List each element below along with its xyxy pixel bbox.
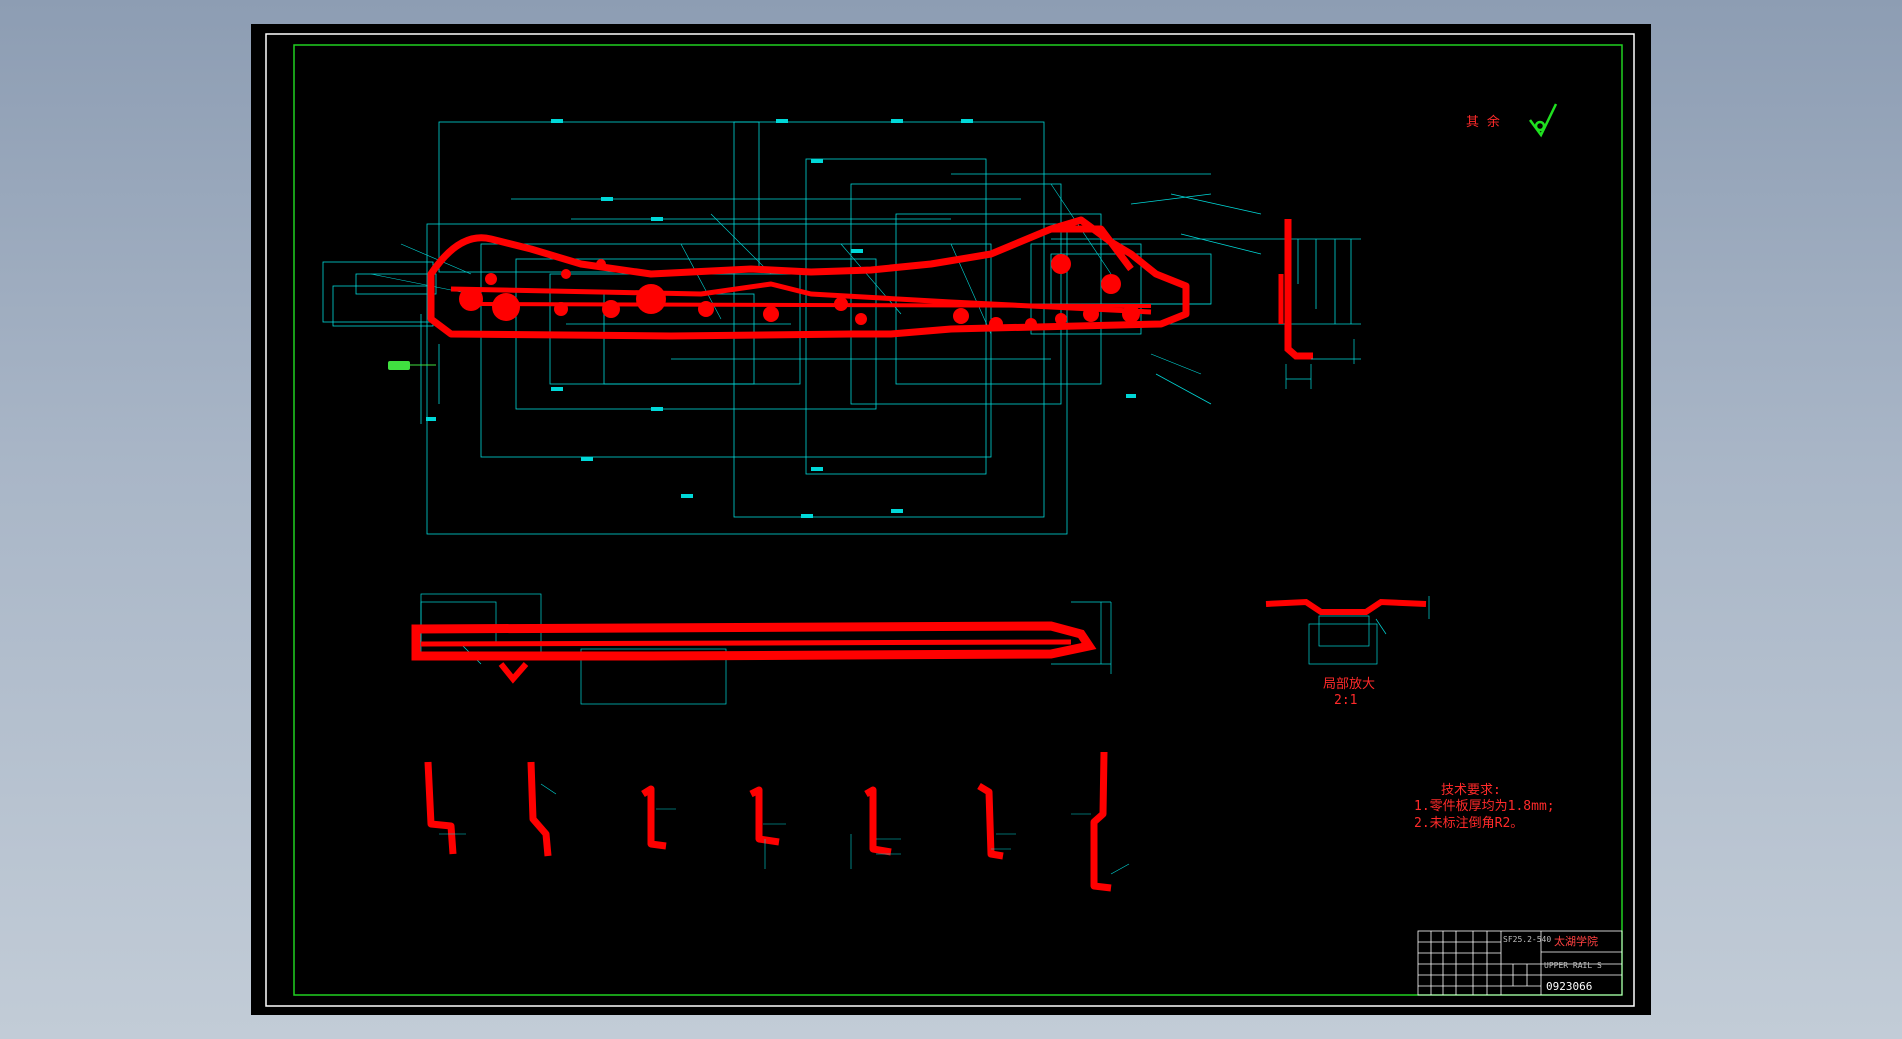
side-view-dims	[1285, 339, 1361, 389]
front-view-part	[411, 621, 1097, 684]
title-block-model: SF25.2-540	[1503, 935, 1551, 944]
detail-view-part	[1265, 598, 1427, 615]
inner-frame	[293, 44, 1623, 996]
detail-title: 局部放大	[1323, 677, 1375, 692]
callout-tag	[388, 361, 410, 370]
detail-scale: 2:1	[1334, 693, 1357, 708]
tech-req-title: 技术要求:	[1441, 783, 1501, 798]
tech-req-item-2: 2.未标注倒角R2。	[1414, 816, 1523, 831]
plan-view-part	[427, 216, 1190, 340]
roughness-check-icon	[1528, 103, 1558, 138]
surface-mark-label: 其 余	[1466, 114, 1500, 130]
plan-view-dimensions	[322, 121, 1361, 535]
title-block-number: 0923066	[1546, 980, 1592, 993]
front-view-dims	[420, 593, 1112, 705]
outer-frame	[265, 33, 1635, 1007]
side-view-part	[1278, 219, 1313, 360]
tech-req-item-1: 1.零件板厚均为1.8mm;	[1414, 799, 1555, 814]
title-block-part-name: UPPER RAIL S	[1544, 961, 1602, 970]
section-views	[424, 751, 1112, 892]
cad-viewport[interactable]: 其 余 局部放大 2:1 技术要求: 1.零件板厚均为1.8mm; 2.未标注倒…	[251, 24, 1651, 1015]
title-block-school: 太湖学院	[1554, 934, 1598, 948]
drawing-sheet: 其 余 局部放大 2:1 技术要求: 1.零件板厚均为1.8mm; 2.未标注倒…	[265, 33, 1635, 1007]
